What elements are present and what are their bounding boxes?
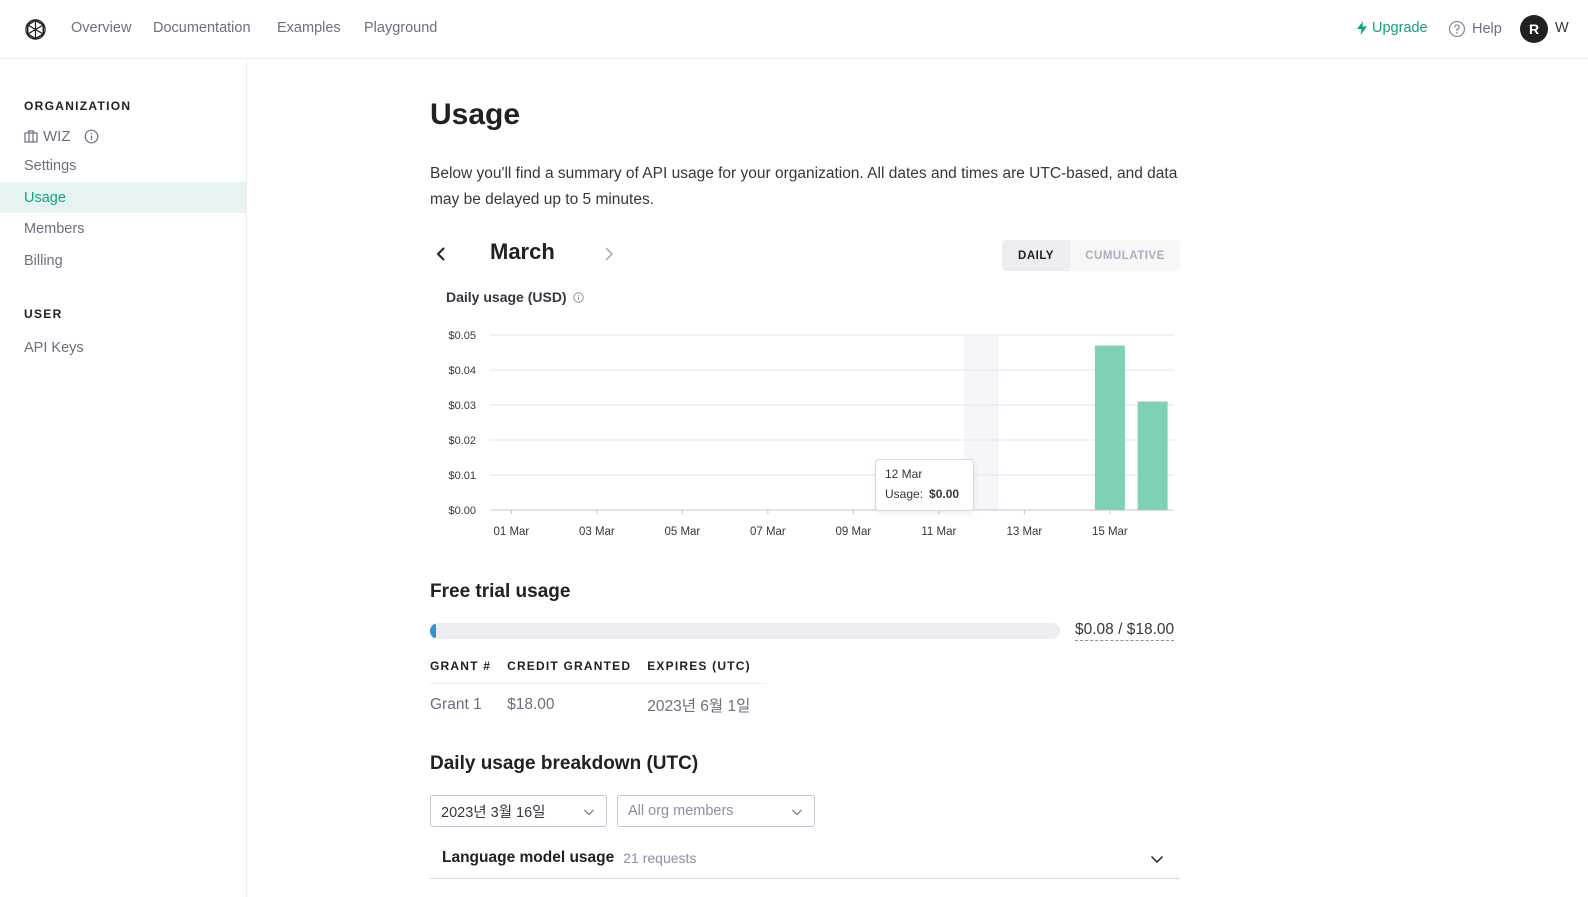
help-link[interactable]: Help [1448,20,1502,38]
sidebar-item-usage[interactable]: Usage [0,182,246,213]
sidebar-heading-organization: ORGANIZATION [24,99,132,113]
language-model-usage-row[interactable]: Language model usage 21 requests [430,838,1180,879]
upgrade-label: Upgrade [1372,20,1428,36]
info-icon[interactable] [572,291,584,303]
toggle-cumulative[interactable]: CUMULATIVE [1070,240,1180,271]
sidebar-item-label: Usage [24,189,66,206]
upgrade-link[interactable]: Upgrade [1356,20,1428,36]
chart-x-tick-label: 11 Mar [921,526,956,538]
chart-x-tick-label: 07 Mar [750,526,786,538]
chevron-down-icon [584,809,594,816]
free-trial-progress [430,623,1060,639]
sidebar-item-api-keys[interactable]: API Keys [0,332,246,363]
sidebar-item-billing[interactable]: Billing [0,245,246,276]
nav-examples[interactable]: Examples [277,20,341,36]
sidebar-heading-user: USER [24,307,63,321]
chart-x-tick-label: 01 Mar [493,526,529,538]
lm-usage-title: Language model usage [442,849,615,866]
lightning-icon [1357,21,1367,35]
free-trial-heading: Free trial usage [430,581,571,602]
avatar[interactable]: R [1520,15,1548,43]
grant-header-expires: EXPIRES (UTC) [647,657,767,684]
grant-table: GRANT # CREDIT GRANTED EXPIRES (UTC) Gra… [430,657,767,716]
month-label: March [490,239,555,264]
tooltip-label: Usage: [885,487,924,501]
sidebar-item-label: Billing [24,252,63,269]
chart-y-tick-label: $0.03 [448,400,476,412]
nav-playground[interactable]: Playground [364,20,437,36]
table-row: Grant 1 $18.00 2023년 6월 1일 [430,683,767,716]
help-icon [1448,20,1466,38]
chevron-down-icon[interactable] [1150,852,1164,866]
chevron-right-icon[interactable] [600,245,618,263]
chart-y-tick-label: $0.00 [448,505,476,517]
tooltip-date: 12 Mar [885,467,923,481]
daily-usage-chart: $0.00 $0.01 $0.02 $0.03 $0.04 $0.05 01 Mar 03 M… [448,330,1174,538]
chart-y-tick-label: $0.01 [448,470,476,482]
free-trial-amount[interactable]: $0.08 / $18.00 [1075,621,1175,641]
chart-y-tick-label: $0.05 [448,330,476,342]
grant-number: Grant 1 [430,695,482,713]
grant-expires: 2023년 6월 1일 [647,697,751,715]
chart-title: Daily usage (USD) [446,289,584,305]
members-select[interactable]: All org members [617,795,815,827]
grant-header-credit: CREDIT GRANTED [507,657,648,684]
tooltip-value: $0.00 [929,487,960,501]
account-name[interactable]: W [1555,20,1569,36]
toggle-daily[interactable]: DAILY [1002,240,1070,271]
chart-x-tick-label: 15 Mar [1092,526,1128,538]
org-selector[interactable]: WIZ [24,128,99,145]
chart-x-tick-label: 05 Mar [664,526,700,538]
sidebar-item-label: API Keys [24,339,84,356]
chart-y-tick-label: $0.02 [448,435,476,447]
date-select[interactable]: 2023년 3월 16일 [430,795,607,827]
breakdown-heading: Daily usage breakdown (UTC) [430,753,699,774]
sidebar-item-members[interactable]: Members [0,213,246,244]
building-icon [24,130,38,143]
sidebar-item-label: Settings [24,157,77,174]
free-trial-progress-fill [430,623,437,639]
grant-header-number: GRANT # [430,657,508,684]
chevron-left-icon[interactable] [432,245,450,263]
lm-usage-count: 21 requests [623,850,697,866]
chart-bar [1137,401,1168,510]
chart-x-tick-label: 09 Mar [835,526,871,538]
sidebar-item-settings[interactable]: Settings [0,150,246,181]
grant-credit: $18.00 [507,695,555,713]
nav-overview[interactable]: Overview [71,20,131,36]
page-intro: Below you'll find a summary of API usage… [430,165,1178,208]
help-label: Help [1472,21,1502,37]
view-toggle: DAILY CUMULATIVE [1002,240,1180,271]
chart-title-label: Daily usage (USD) [446,289,567,305]
chart-bar [1094,345,1125,510]
info-icon[interactable] [84,129,99,144]
nav-documentation[interactable]: Documentation [153,20,251,36]
chart-x-tick-label: 03 Mar [579,526,615,538]
sidebar-item-label: Members [24,220,85,237]
chart-y-tick-label: $0.04 [448,365,476,377]
openai-logo-icon[interactable] [23,17,48,42]
chart-tooltip: 12 Mar Usage: $0.00 [875,459,974,511]
org-name: WIZ [43,128,71,145]
page-title: Usage [430,98,521,131]
members-select-value: All org members [628,803,734,819]
date-select-value: 2023년 3월 16일 [441,804,546,821]
chart-x-tick-label: 13 Mar [1006,526,1042,538]
top-nav: Overview Documentation Examples Playgrou… [0,0,1588,59]
chevron-down-icon [792,809,802,816]
